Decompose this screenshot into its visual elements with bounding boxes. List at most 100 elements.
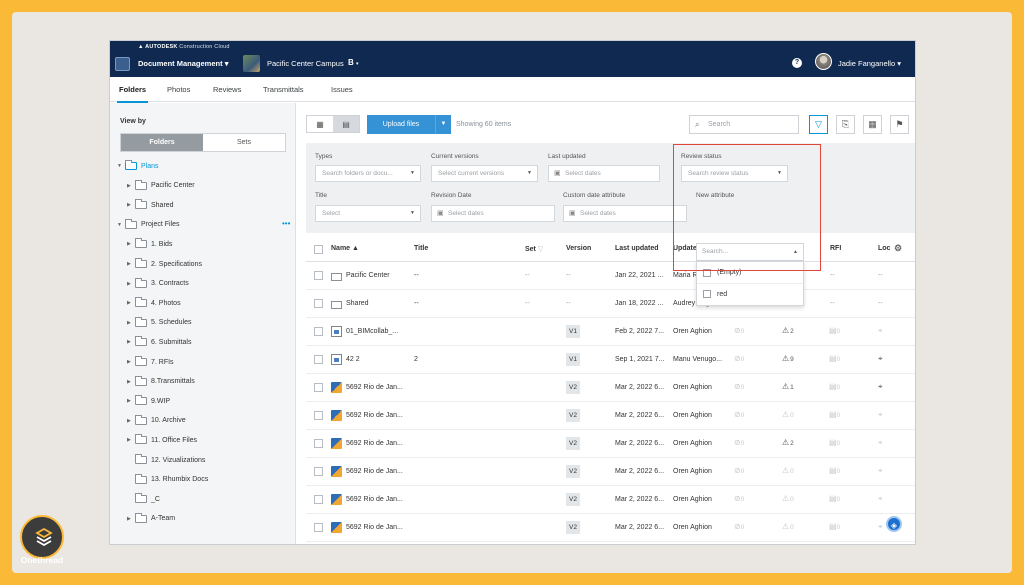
row-checkbox[interactable]	[314, 411, 323, 420]
row-checkbox[interactable]	[314, 327, 323, 336]
export-icon[interactable]: ⎘	[836, 115, 855, 134]
table-row[interactable]: 42 2 2 V1 Sep 1, 2021 7... Manu Venugo... ⊘0 ⚠…	[306, 346, 915, 374]
row-name[interactable]: Shared	[346, 300, 369, 307]
sidebar-item-1-bids[interactable]: ▶ 1. Bids	[127, 236, 172, 252]
issue-warning-icon[interactable]: ⚠0	[782, 494, 794, 503]
table-row[interactable]: Shared------Jan 18, 2022 ...Audrey Boguc…	[306, 290, 915, 318]
filter-icon[interactable]: ▽	[809, 115, 828, 134]
table-row[interactable]: 01_BIMcollab_... V1 Feb 2, 2022 7... Oren A…	[306, 318, 915, 346]
expand-caret-icon[interactable]: ▶	[127, 281, 135, 287]
search-input[interactable]: ⌕ Search	[689, 115, 799, 134]
sidebar-item-plans[interactable]: ▼ Plans	[117, 158, 159, 174]
sidebar-item-3-contracts[interactable]: ▶ 3. Contracts	[127, 276, 189, 292]
app-switcher-icon[interactable]	[115, 57, 130, 71]
sidebar-item-a-team[interactable]: ▶ A-Team	[127, 511, 175, 527]
tab-issues[interactable]: Issues	[331, 85, 353, 94]
row-name[interactable]: 5692 Rio de Jan...	[346, 412, 403, 419]
expand-caret-icon[interactable]: ▶	[127, 202, 135, 208]
location-pin-icon[interactable]: ⌖	[878, 494, 883, 504]
upload-files-button[interactable]: Upload files ▼	[367, 115, 451, 134]
row-name[interactable]: 5692 Rio de Jan...	[346, 468, 403, 475]
version-badge[interactable]: V2	[566, 465, 580, 478]
location-pin-icon[interactable]: ⌖	[878, 326, 883, 336]
help-icon[interactable]: ?	[792, 58, 802, 68]
expand-caret-icon[interactable]: ▶	[127, 339, 135, 345]
table-row[interactable]: 5692 Rio de Jan... V2 Mar 2, 2022 6... Oren…	[306, 486, 915, 514]
expand-caret-icon[interactable]: ▼	[117, 163, 125, 169]
sidebar-item-project-files[interactable]: ▼ Project Files	[117, 217, 180, 233]
column-title[interactable]: Title	[414, 245, 428, 252]
expand-caret-icon[interactable]: ▶	[127, 418, 135, 424]
review-icon[interactable]: ⊘0	[734, 522, 744, 531]
sidebar-item-7-rfis[interactable]: ▶ 7. RFIs	[127, 354, 174, 370]
view-by-folders-button[interactable]: Folders	[121, 134, 203, 151]
review-icon[interactable]: ⊘0	[734, 326, 744, 335]
column-version[interactable]: Version	[566, 245, 591, 252]
new-attribute-search-input[interactable]: Search... ▲	[696, 243, 804, 261]
review-icon[interactable]: ⊘0	[734, 410, 744, 419]
view-by-sets-button[interactable]: Sets	[203, 134, 285, 151]
tab-reviews[interactable]: Reviews	[213, 85, 241, 94]
review-icon[interactable]: ⊘0	[734, 354, 744, 363]
table-row[interactable]: 5692 Rio de Jan... V2 Mar 2, 2022 6... Oren…	[306, 514, 915, 542]
row-name[interactable]: 5692 Rio de Jan...	[346, 384, 403, 391]
location-pin-icon[interactable]: ⌖	[878, 522, 883, 532]
review-icon[interactable]: ⊘0	[734, 382, 744, 391]
sidebar-item-10-archive[interactable]: ▶ 10. Archive	[127, 413, 186, 429]
column-settings-icon[interactable]: ⚙	[894, 243, 902, 254]
issue-warning-icon[interactable]: ⚠0	[782, 466, 794, 475]
row-checkbox[interactable]	[314, 383, 323, 392]
table-row[interactable]: 5692 Rio de Jan... V2 Mar 2, 2022 6... Oren…	[306, 374, 915, 402]
review-icon[interactable]: ⊘0	[734, 438, 744, 447]
row-name[interactable]: 5692 Rio de Jan...	[346, 524, 403, 531]
rfi-icon[interactable]: ▤0	[829, 410, 840, 419]
row-name[interactable]: 5692 Rio de Jan...	[346, 496, 403, 503]
sidebar-item-c[interactable]: _C	[127, 491, 160, 507]
location-pin-icon[interactable]: ⌖	[878, 438, 883, 448]
table-row[interactable]: 5692 Rio de Jan... V2 Mar 2, 2022 6... Oren…	[306, 430, 915, 458]
select-all-checkbox[interactable]	[314, 245, 323, 254]
column-name[interactable]: Name ▲	[331, 245, 359, 252]
current-versions-select[interactable]: Select current versions ▼	[431, 165, 538, 182]
user-menu[interactable]: Jadie Fanganello ▾	[838, 59, 901, 68]
issue-warning-icon[interactable]: ⚠0	[782, 410, 794, 419]
row-name[interactable]: 42 2	[346, 356, 360, 363]
issue-warning-icon[interactable]: ⚠1	[782, 382, 794, 391]
project-badge[interactable]: B ▾	[348, 58, 359, 67]
row-checkbox[interactable]	[314, 467, 323, 476]
issue-warning-icon[interactable]: ⚠2	[782, 438, 794, 447]
rfi-icon[interactable]: ▤0	[829, 494, 840, 503]
column-location[interactable]: Loc	[878, 245, 890, 252]
issue-warning-icon[interactable]: ⚠0	[782, 522, 794, 531]
expand-caret-icon[interactable]: ▶	[127, 516, 135, 522]
types-select[interactable]: Search folders or docu... ▼	[315, 165, 421, 182]
sidebar-item-5-schedules[interactable]: ▶ 5. Schedules	[127, 315, 191, 331]
version-badge[interactable]: V2	[566, 409, 580, 422]
column-set[interactable]: Set ▽	[525, 245, 543, 253]
rfi-icon[interactable]: ▤0	[829, 466, 840, 475]
option-red[interactable]: red	[697, 283, 803, 304]
sidebar-item-pacific-center[interactable]: ▶ Pacific Center	[127, 178, 195, 194]
version-badge[interactable]: V2	[566, 521, 580, 534]
tab-folders[interactable]: Folders	[116, 85, 149, 103]
expand-caret-icon[interactable]: ▶	[127, 437, 135, 443]
column-rfi[interactable]: RFI	[830, 245, 841, 252]
grid-view-icon[interactable]: ▦	[307, 116, 333, 132]
sidebar-item-shared[interactable]: ▶ Shared	[127, 197, 174, 213]
module-selector[interactable]: Document Management ▾	[138, 59, 228, 68]
expand-caret-icon[interactable]: ▶	[127, 183, 135, 189]
expand-caret-icon[interactable]: ▶	[127, 241, 135, 247]
sidebar-item-11-office-files[interactable]: ▶ 11. Office Files	[127, 432, 197, 448]
review-icon[interactable]: ⊘0	[734, 466, 744, 475]
expand-caret-icon[interactable]: ▼	[117, 222, 125, 228]
project-selector[interactable]: Pacific Center Campus	[267, 59, 344, 68]
sidebar-item-2-specifications[interactable]: ▶ 2. Specifications	[127, 256, 202, 272]
row-checkbox[interactable]	[314, 355, 323, 364]
row-name[interactable]: 5692 Rio de Jan...	[346, 440, 403, 447]
option-empty[interactable]: (Empty)	[697, 262, 803, 283]
issue-warning-icon[interactable]: ⚠2	[782, 326, 794, 335]
location-pin-icon[interactable]: ⌖	[878, 466, 883, 476]
expand-caret-icon[interactable]: ▶	[127, 398, 135, 404]
tab-photos[interactable]: Photos	[167, 85, 190, 94]
table-row[interactable]: 5692 Rio de Jan... V2 Mar 2, 2022 6... Oren…	[306, 402, 915, 430]
